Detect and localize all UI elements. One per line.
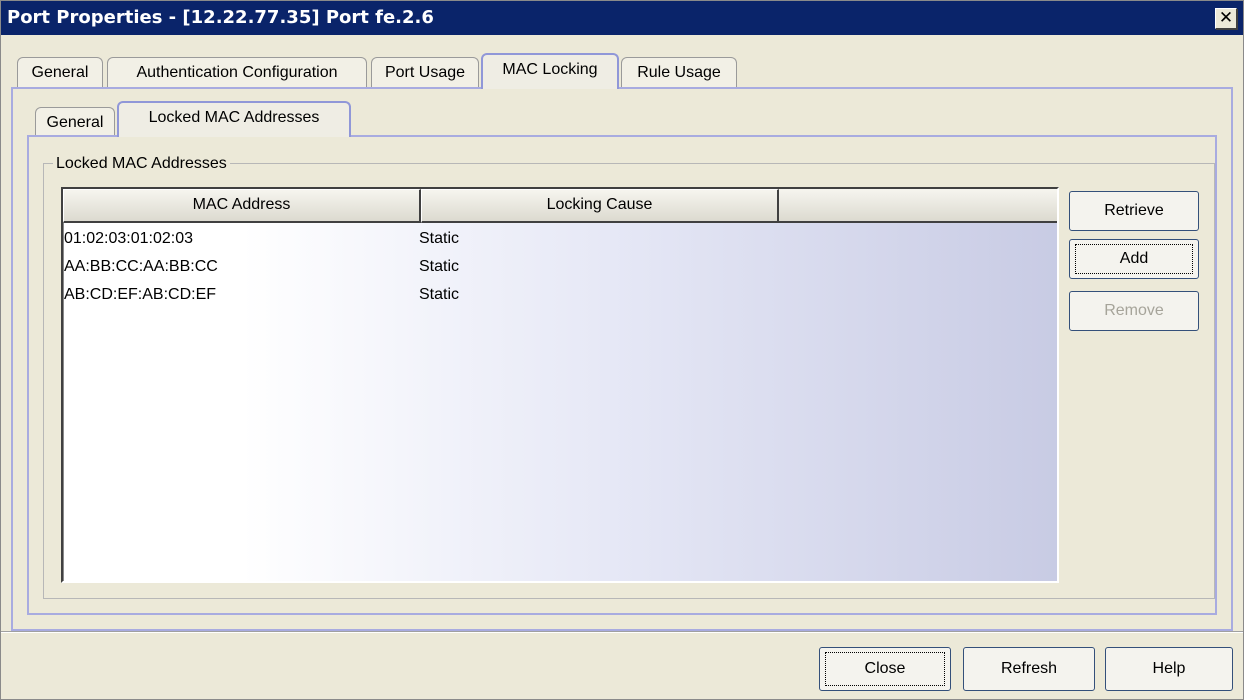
footer-separator [1,631,1243,633]
tab-label: MAC Locking [502,61,598,78]
tab-label: Port Usage [384,64,466,81]
table-row[interactable]: 01:02:03:01:02:03 Static [63,227,1057,255]
tab-general[interactable]: General [17,57,103,89]
tab-label: Authentication Configuration [136,64,338,81]
tab-port-usage[interactable]: Port Usage [371,57,479,89]
help-button[interactable]: Help [1105,647,1233,691]
mac-address-cell: AA:BB:CC:AA:BB:CC [64,258,218,275]
window-title: Port Properties - [12.22.77.35] Port fe.… [7,7,434,28]
remove-button[interactable]: Remove [1069,291,1199,331]
tab-authentication-configuration[interactable]: Authentication Configuration [107,57,367,89]
refresh-button[interactable]: Refresh [963,647,1095,691]
close-button[interactable]: Close [819,647,951,691]
column-header-filler [779,189,1057,223]
subtab-label: General [46,114,104,131]
mac-address-cell: 01:02:03:01:02:03 [64,230,194,247]
title-bar[interactable]: Port Properties - [12.22.77.35] Port fe.… [1,1,1243,35]
port-properties-dialog: Port Properties - [12.22.77.35] Port fe.… [0,0,1244,700]
retrieve-button[interactable]: Retrieve [1069,191,1199,231]
locking-cause-cell: Static [419,230,460,247]
tab-label: General [31,64,89,81]
close-window-icon[interactable]: ✕ [1215,8,1237,29]
table-header: MAC Address Locking Cause [63,189,1057,223]
subtab-locked-mac-addresses[interactable]: Locked MAC Addresses [117,101,351,137]
add-button-label: Add [1119,250,1149,267]
column-header-mac-address[interactable]: MAC Address [63,189,421,223]
mac-address-cell: AB:CD:EF:AB:CD:EF [64,286,217,303]
tab-mac-locking[interactable]: MAC Locking [481,53,619,89]
table-row[interactable]: AB:CD:EF:AB:CD:EF Static [63,283,1057,311]
close-button-label: Close [864,660,906,677]
locking-cause-cell: Static [419,286,460,303]
column-header-locking-cause[interactable]: Locking Cause [421,189,779,223]
locking-cause-cell: Static [419,258,460,275]
add-button[interactable]: Add [1069,239,1199,279]
table-row[interactable]: AA:BB:CC:AA:BB:CC Static [63,255,1057,283]
groupbox-title: Locked MAC Addresses [53,155,230,173]
mac-address-table[interactable]: MAC Address Locking Cause 01:02:03:01:02… [61,187,1059,583]
subtab-label: Locked MAC Addresses [148,109,320,126]
tab-rule-usage[interactable]: Rule Usage [621,57,737,89]
tab-label: Rule Usage [637,64,721,81]
